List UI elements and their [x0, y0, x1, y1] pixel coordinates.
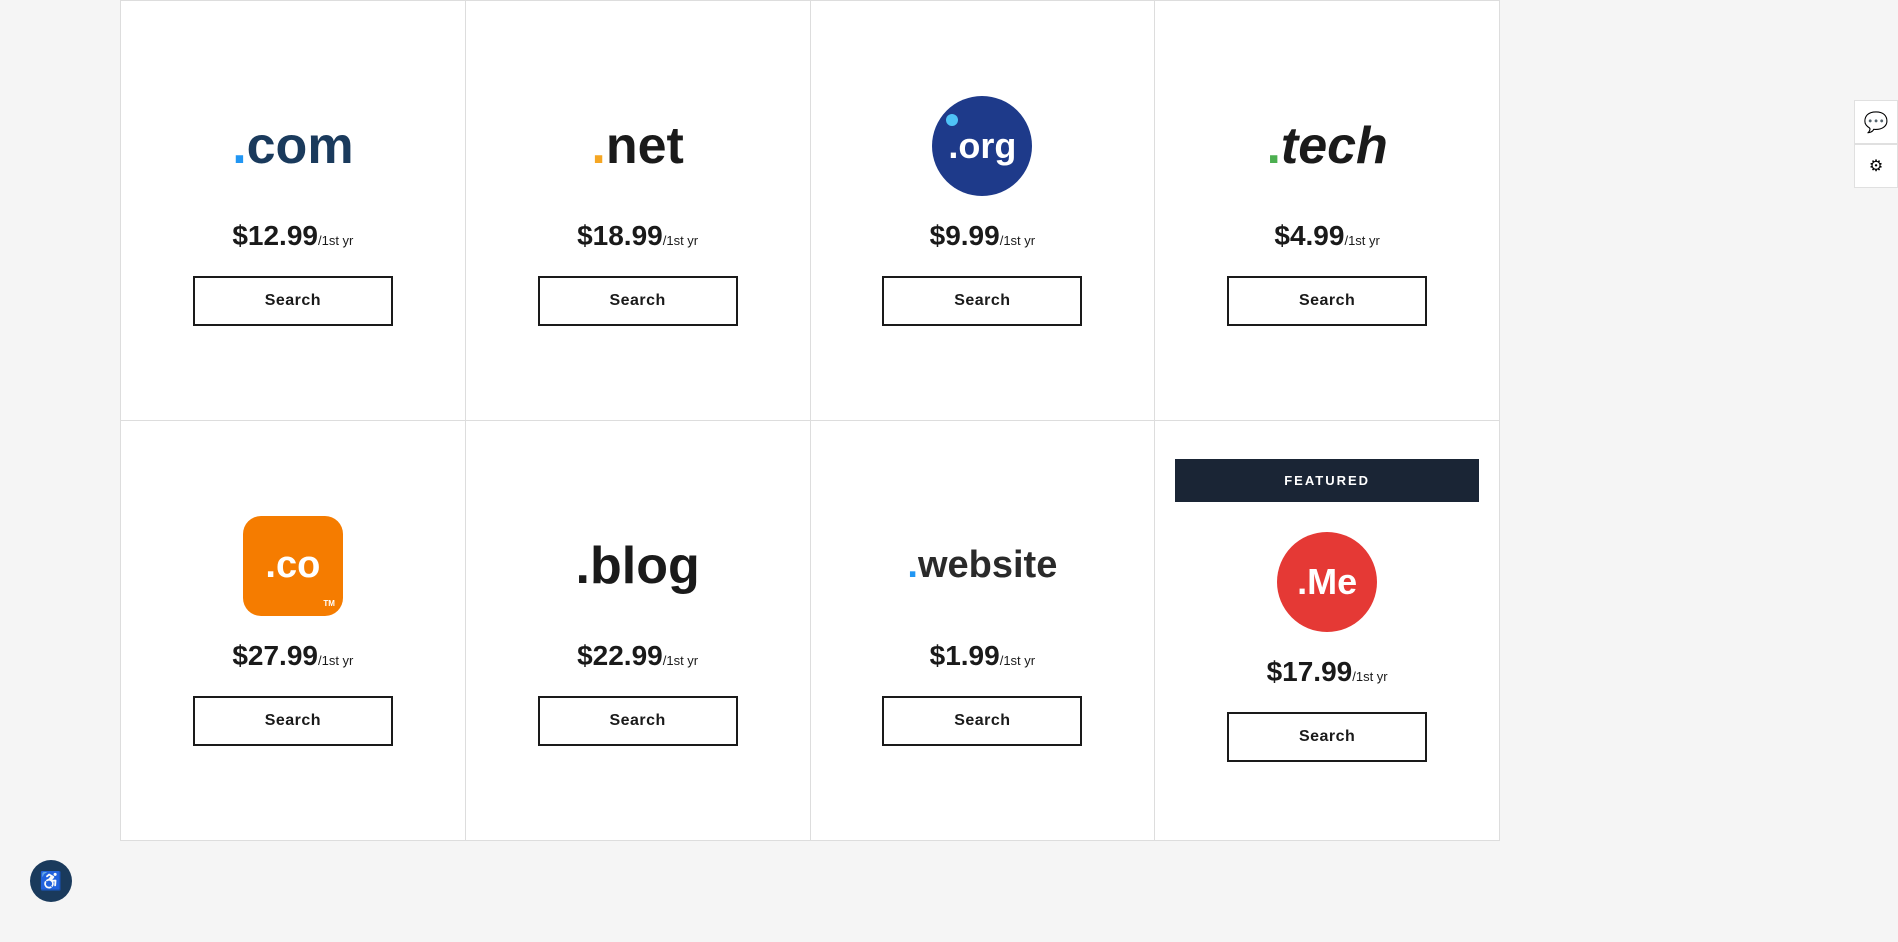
co-search-button[interactable]: Search: [193, 696, 393, 746]
blog-period: /1st yr: [663, 653, 698, 668]
tech-price-container: $4.99/1st yr: [1274, 220, 1379, 252]
domain-card-website: .website $1.99/1st yr Search: [811, 421, 1156, 841]
domain-card-net: .net $18.99/1st yr Search: [466, 1, 811, 421]
settings-icon: ⚙: [1869, 156, 1883, 176]
website-price: $1.99: [930, 640, 1000, 671]
tech-logo: .tech: [1266, 96, 1387, 196]
org-logo: .org: [932, 96, 1032, 196]
me-period: /1st yr: [1352, 669, 1387, 684]
com-period: /1st yr: [318, 233, 353, 248]
org-logo-circle: .org: [932, 96, 1032, 196]
tech-period: /1st yr: [1344, 233, 1379, 248]
blog-price-container: $22.99/1st yr: [577, 640, 698, 672]
co-price-container: $27.99/1st yr: [232, 640, 353, 672]
featured-banner: FEATURED: [1175, 459, 1479, 502]
blog-search-button[interactable]: Search: [538, 696, 738, 746]
tech-logo-text: .tech: [1266, 116, 1387, 176]
website-search-button[interactable]: Search: [882, 696, 1082, 746]
domain-card-co: .co TM $27.99/1st yr Search: [121, 421, 466, 841]
tech-price: $4.99: [1274, 220, 1344, 251]
net-logo-text: .net: [591, 116, 683, 176]
website-logo: .website: [907, 516, 1057, 616]
co-logo: .co TM: [243, 516, 343, 616]
domain-card-org: .org $9.99/1st yr Search: [811, 1, 1156, 421]
co-price: $27.99: [232, 640, 318, 671]
me-logo: .Me: [1277, 532, 1377, 632]
domain-card-me: FEATURED .Me $17.99/1st yr Search: [1155, 421, 1500, 841]
co-logo-text: .co: [265, 544, 320, 587]
net-price: $18.99: [577, 220, 663, 251]
settings-widget-button[interactable]: ⚙: [1854, 144, 1898, 188]
org-price: $9.99: [930, 220, 1000, 251]
co-period: /1st yr: [318, 653, 353, 668]
com-search-button[interactable]: Search: [193, 276, 393, 326]
blog-price: $22.99: [577, 640, 663, 671]
me-price-container: $17.99/1st yr: [1267, 656, 1388, 688]
org-search-button[interactable]: Search: [882, 276, 1082, 326]
chat-widget-button[interactable]: 💬: [1854, 100, 1898, 144]
org-logo-text: .org: [948, 125, 1016, 167]
net-period: /1st yr: [663, 233, 698, 248]
net-logo: .net: [591, 96, 683, 196]
com-logo: .com: [232, 96, 353, 196]
domain-card-com: .com $12.99/1st yr Search: [121, 1, 466, 421]
website-period: /1st yr: [1000, 653, 1035, 668]
domain-grid: .com $12.99/1st yr Search .net $18.99/1s…: [120, 0, 1500, 841]
domain-card-blog: .blog $22.99/1st yr Search: [466, 421, 811, 841]
tech-search-button[interactable]: Search: [1227, 276, 1427, 326]
website-logo-text: .website: [907, 544, 1057, 587]
side-widget: 💬 ⚙: [1854, 100, 1898, 188]
com-price: $12.99: [232, 220, 318, 251]
co-logo-container: .co TM: [243, 516, 343, 616]
main-content: .com $12.99/1st yr Search .net $18.99/1s…: [120, 0, 1500, 841]
accessibility-icon: ♿: [40, 871, 62, 892]
accessibility-button[interactable]: ♿: [30, 860, 72, 902]
co-trademark: TM: [323, 599, 335, 608]
blog-logo-text: .blog: [576, 536, 700, 596]
domain-card-tech: .tech $4.99/1st yr Search: [1155, 1, 1500, 421]
org-period: /1st yr: [1000, 233, 1035, 248]
net-search-button[interactable]: Search: [538, 276, 738, 326]
chat-icon: 💬: [1864, 110, 1889, 135]
me-logo-circle: .Me: [1277, 532, 1377, 632]
org-logo-dot: [946, 114, 958, 126]
website-price-container: $1.99/1st yr: [930, 640, 1035, 672]
org-price-container: $9.99/1st yr: [930, 220, 1035, 252]
me-logo-text: .Me: [1297, 561, 1357, 603]
com-logo-text: .com: [232, 116, 353, 176]
net-price-container: $18.99/1st yr: [577, 220, 698, 252]
me-search-button[interactable]: Search: [1227, 712, 1427, 762]
blog-logo: .blog: [576, 516, 700, 616]
me-price: $17.99: [1267, 656, 1353, 687]
com-price-container: $12.99/1st yr: [232, 220, 353, 252]
